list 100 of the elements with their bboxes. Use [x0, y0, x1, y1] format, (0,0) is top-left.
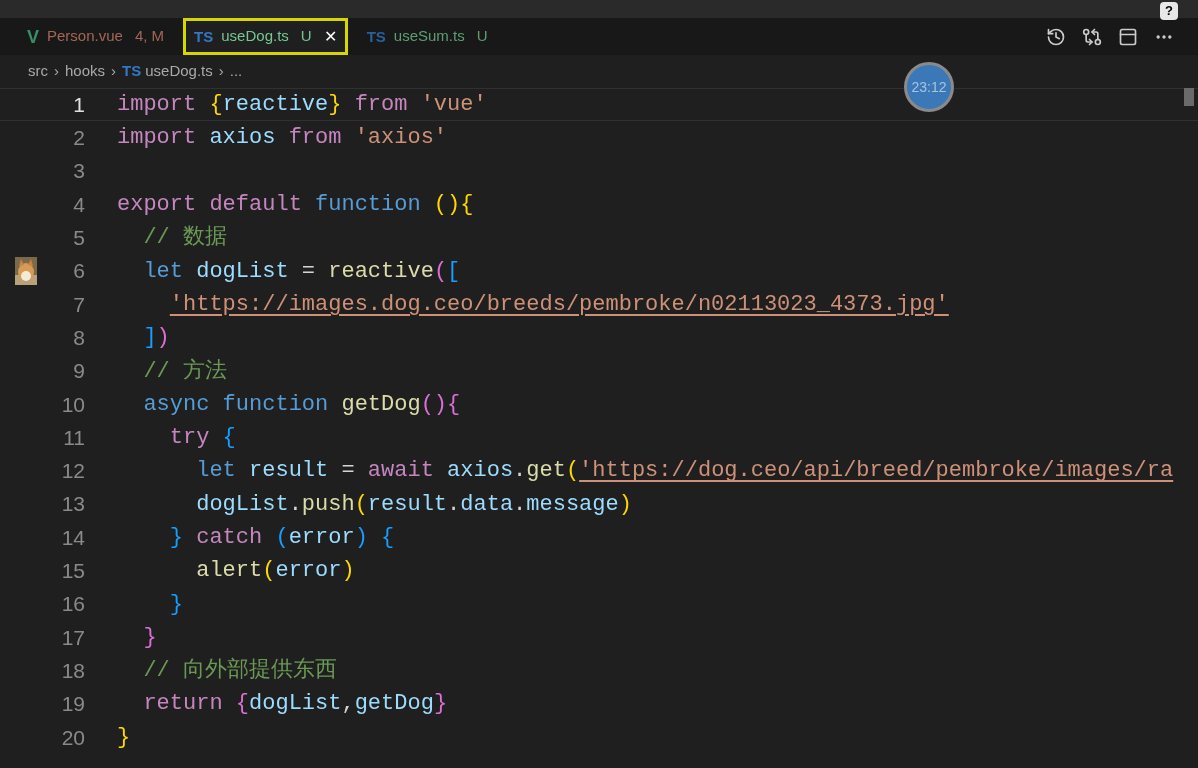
url-string: 'https://images.dog.ceo/breeds/pembroke/n02113023_4373.jpg': [169, 291, 949, 317]
function-name: reactive: [328, 257, 434, 286]
line-number: 16: [60, 591, 85, 618]
identifier: dogList: [195, 490, 289, 519]
identifier: error: [288, 524, 355, 552]
chevron-icon: ›: [109, 60, 119, 83]
scrollbar-thumb[interactable]: [1184, 88, 1194, 106]
bracket: ): [156, 324, 170, 353]
bracket: }: [168, 590, 183, 619]
breadcrumb-item[interactable]: src: [28, 60, 48, 83]
line-number: 18: [60, 657, 85, 684]
function-name: get: [526, 457, 566, 486]
keyword: return: [142, 690, 223, 719]
code-comment: // 数据: [142, 224, 227, 253]
code-punctuation: =: [340, 457, 356, 486]
bracket: ): [618, 490, 632, 519]
bracket: {: [208, 91, 223, 120]
string-literal: 'axios': [353, 124, 448, 153]
code-punctuation: .: [513, 490, 527, 519]
breadcrumb-item[interactable]: hooks: [65, 60, 106, 83]
keyword: await: [367, 457, 434, 486]
code-punctuation: ,: [341, 690, 355, 719]
tab-label: useDog.ts: [221, 26, 289, 47]
editor-tab[interactable]: TS useDog.ts U ✕: [183, 18, 348, 55]
identifier: result: [367, 490, 448, 519]
keyword: from: [353, 91, 408, 120]
help-bubble[interactable]: ?: [1160, 2, 1178, 20]
line-number: 8: [72, 324, 85, 351]
line-number: 17: [60, 624, 85, 651]
code-punctuation: .: [513, 457, 527, 486]
line-number: 6: [72, 258, 85, 285]
bracket: (: [274, 524, 289, 552]
line-number: 9: [72, 358, 85, 385]
line-number: 14: [60, 524, 85, 551]
keyword: async function: [142, 390, 329, 419]
bracket: }: [433, 690, 448, 719]
breadcrumb-item[interactable]: useDog.ts: [145, 60, 213, 83]
close-icon[interactable]: ✕: [323, 24, 337, 49]
split-editor-icon[interactable]: [1118, 26, 1138, 47]
bracket: (: [433, 257, 448, 286]
bracket: {: [380, 524, 395, 552]
bracket: (){: [420, 390, 461, 419]
function-name: push: [301, 490, 355, 519]
line-number: 11: [62, 424, 85, 451]
tab-label: useSum.ts: [393, 26, 465, 47]
line-number: 15: [60, 558, 85, 585]
identifier: dogList: [195, 257, 289, 286]
bracket: {: [234, 690, 250, 719]
code-punctuation: .: [288, 490, 302, 519]
file-status: U: [476, 26, 488, 47]
keyword: import: [117, 124, 197, 153]
line-number: 20: [60, 724, 85, 751]
compare-changes-icon[interactable]: [1082, 26, 1102, 47]
line-number: 10: [60, 391, 85, 418]
keyword: let: [195, 457, 236, 486]
line-number: 13: [60, 491, 85, 518]
line-number: 3: [72, 158, 85, 185]
bracket: [: [447, 257, 461, 286]
bracket: }: [142, 623, 157, 652]
typescript-file-icon: TS: [366, 29, 386, 44]
code-comment: // 向外部提供东西: [142, 656, 337, 686]
line-number: 12: [60, 458, 85, 485]
code-comment: // 方法: [142, 357, 227, 386]
history-icon[interactable]: [1046, 26, 1066, 47]
identifier: reactive: [222, 91, 329, 120]
identifier: axios: [446, 457, 514, 486]
identifier: axios: [208, 124, 277, 153]
file-status: U: [300, 26, 312, 47]
bracket: (){: [432, 191, 474, 220]
line-number: 7: [72, 291, 85, 318]
identifier: getDog: [354, 690, 434, 719]
line-number: 1: [72, 91, 85, 118]
keyword: try: [168, 424, 210, 453]
identifier: dogList: [249, 690, 342, 719]
bracket: }: [117, 723, 131, 752]
vue-file-icon: V: [27, 27, 39, 46]
code-punctuation: .: [447, 490, 461, 519]
typescript-file-icon: TS: [194, 29, 214, 44]
chevron-icon: ›: [52, 60, 61, 83]
identifier: message: [526, 490, 619, 519]
function-name: alert: [195, 557, 263, 586]
keyword: from: [288, 124, 342, 153]
breadcrumb-item[interactable]: ...: [229, 60, 243, 83]
bracket: }: [168, 524, 183, 552]
file-status: 4, M: [134, 26, 165, 47]
line-number: 2: [72, 125, 85, 152]
bracket: {: [221, 424, 236, 453]
keyword: catch: [195, 524, 263, 552]
editor-tab[interactable]: TS useSum.ts U: [355, 18, 499, 55]
bracket: ]: [142, 324, 157, 353]
line-number: 5: [72, 225, 85, 252]
keyword: export default: [117, 191, 302, 220]
bracket: (: [262, 557, 276, 586]
typescript-file-icon: TS: [122, 60, 142, 83]
editor-tab[interactable]: V Person.vue 4, M: [16, 18, 176, 55]
keyword: function: [314, 191, 421, 220]
bracket: ): [354, 524, 368, 552]
bracket: }: [328, 91, 342, 120]
identifier: error: [275, 557, 342, 586]
string-literal: 'vue': [419, 91, 487, 120]
